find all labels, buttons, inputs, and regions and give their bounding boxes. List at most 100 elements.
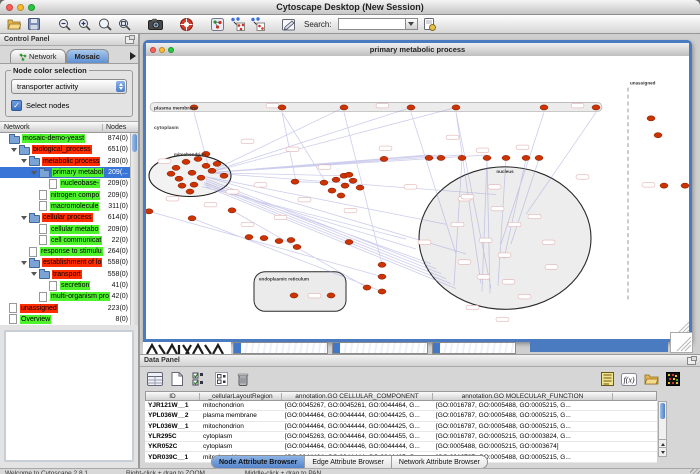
background-window-fragment[interactable]: [143, 342, 231, 354]
import-attributes-icon[interactable]: [421, 17, 438, 32]
snapshot-camera-icon[interactable]: [147, 17, 164, 32]
expander-icon[interactable]: [21, 261, 27, 265]
background-window-fragment[interactable]: [233, 342, 328, 354]
frame-zoom-icon[interactable]: [168, 47, 174, 53]
table-row[interactable]: YLR295Ccytoplasm[GO:0045263, GO:0044464,…: [145, 432, 657, 442]
tree-header-network[interactable]: Network: [0, 124, 103, 131]
save-session-icon[interactable]: [25, 17, 42, 32]
minimize-window-icon[interactable]: [17, 4, 24, 11]
node-color-dropdown[interactable]: transporter activity: [11, 79, 127, 94]
network-canvas[interactable]: plasma membrane cytoplasm mitochondrion …: [146, 56, 689, 339]
tree-item-metabolic-process[interactable]: metabolic process280(0): [0, 156, 138, 167]
window-resize-grip[interactable]: [690, 469, 700, 474]
zoom-out-icon[interactable]: [56, 17, 73, 32]
attribute-table-icon[interactable]: [146, 370, 164, 388]
tree-item-nitrogen-compound[interactable]: nitrogen compo209(0): [0, 189, 138, 200]
search-combobox[interactable]: [338, 18, 418, 30]
column-header-cellular-component[interactable]: annotation.GO CELLULAR_COMPONENT: [282, 393, 433, 400]
annotation-icon[interactable]: [280, 17, 297, 32]
column-header-id[interactable]: ID: [146, 393, 200, 400]
expander-icon[interactable]: [31, 272, 37, 276]
tab-network[interactable]: Network: [10, 49, 66, 63]
tab-mosaic[interactable]: Mosaic: [66, 49, 109, 63]
tree-item-primary-metabolic[interactable]: primary metabol209(...: [0, 167, 138, 178]
zoom-window-icon[interactable]: [28, 4, 35, 11]
window-controls: [0, 4, 35, 11]
expander-icon[interactable]: [11, 148, 17, 152]
tree-scrollbar-thumb[interactable]: [132, 134, 137, 152]
tab-network-attribute-browser[interactable]: Network Attribute Browser: [392, 456, 487, 468]
tree-item-cell-communication[interactable]: cell communicat22(0): [0, 235, 138, 246]
cell-id: YDR039C__1: [145, 454, 199, 461]
tree-item-biological-process[interactable]: biological_process651(0): [0, 144, 138, 155]
tree-item-cellular-process[interactable]: cellular process614(0): [0, 212, 138, 223]
tab-node-attribute-browser[interactable]: Node Attribute Browser: [212, 456, 305, 468]
file-icon: [9, 314, 17, 324]
search-input[interactable]: [338, 18, 405, 30]
network-frame-titlebar[interactable]: primary metabolic process: [146, 43, 689, 57]
function-builder-icon[interactable]: f(x): [620, 370, 638, 388]
close-window-icon[interactable]: [6, 4, 13, 11]
folder-icon: [19, 147, 30, 155]
apply-layout-b-icon[interactable]: [249, 17, 266, 32]
zoom-fit-icon[interactable]: [116, 17, 133, 32]
open-session-icon[interactable]: [5, 17, 22, 32]
search-dropdown-icon[interactable]: [405, 18, 418, 30]
table-scrollbar[interactable]: [658, 401, 667, 457]
tree-item-cellular-metabolic[interactable]: cellular metabo209(0): [0, 223, 138, 234]
folder-icon: [9, 136, 20, 144]
apply-layout-a-icon[interactable]: [229, 17, 246, 32]
tree-item-unassigned[interactable]: unassigned223(0): [0, 302, 138, 313]
tree-item-overview[interactable]: Overview8(0): [0, 314, 138, 325]
frame-minimize-icon[interactable]: [159, 47, 165, 53]
table-row[interactable]: YJR121W__1mitochondrion[GO:0045267, GO:0…: [145, 401, 657, 411]
tree-item-label: metabolic process: [42, 157, 100, 166]
table-scrollbar-thumb[interactable]: [660, 403, 665, 419]
column-header-region[interactable]: _cellularLayoutRegion: [200, 393, 282, 400]
zoom-selected-icon[interactable]: [96, 17, 113, 32]
tree-item-establishment-of-localization[interactable]: establishment of lo558(0): [0, 257, 138, 268]
help-lifering-icon[interactable]: [178, 17, 195, 32]
delete-attribute-trash-icon[interactable]: [234, 370, 252, 388]
new-attribute-icon[interactable]: [168, 370, 186, 388]
cell-cellular: [GO:0044464, GO:0044446, GO:0044444, G..…: [281, 443, 432, 450]
tree-item-label: macromolecule: [50, 202, 99, 211]
network-view-frame[interactable]: primary metabolic process: [143, 40, 692, 342]
cytoplasm-label: cytoplasm: [154, 125, 179, 131]
select-attributes-icon[interactable]: [190, 370, 208, 388]
float-panel-icon[interactable]: [687, 357, 696, 365]
zoom-in-icon[interactable]: [76, 17, 93, 32]
float-panel-icon[interactable]: [125, 36, 134, 44]
expander-icon[interactable]: [21, 216, 27, 220]
background-window-fragment[interactable]: [332, 342, 428, 354]
tree-item-secretion[interactable]: secretion41(0): [0, 280, 138, 291]
table-row[interactable]: YPL036W__1mitochondrion[GO:0044464, GO:0…: [145, 422, 657, 432]
expander-icon[interactable]: [31, 171, 37, 175]
birds-eye-view[interactable]: [4, 330, 134, 462]
expander-icon[interactable]: [21, 159, 27, 163]
tree-item-transport[interactable]: transport558(0): [0, 269, 138, 280]
frame-close-icon[interactable]: [150, 47, 156, 53]
table-row[interactable]: YPL036W__2plasma membrane[GO:0044464, GO…: [145, 411, 657, 421]
frame-corner-grip[interactable]: [670, 332, 693, 353]
select-nodes-checkbox[interactable]: [11, 100, 22, 111]
tree-item-mosaic-demo-yeast[interactable]: mosaic-demo-yeast874(0): [0, 133, 138, 144]
tab-edge-attribute-browser[interactable]: Edge Attribute Browser: [305, 456, 392, 468]
tree-item-response-to-stimulus[interactable]: response to stimulu264(0): [0, 246, 138, 257]
table-row[interactable]: YKR052Ccytoplasm[GO:0044464, GO:0044446,…: [145, 442, 657, 452]
tab-scroll-right-icon[interactable]: [130, 52, 136, 60]
heatmap-matrix-icon[interactable]: [664, 370, 682, 388]
network-overview-icon[interactable]: [209, 17, 226, 32]
tree-header-nodes[interactable]: Nodes: [103, 124, 138, 131]
column-header-molecular-function[interactable]: annotation.GO MOLECULAR_FUNCTION: [433, 393, 613, 400]
tree-item-label: multi-organism pro: [50, 292, 110, 301]
unselect-attributes-icon[interactable]: [212, 370, 230, 388]
tree-item-nucleobase[interactable]: nucleobase-209(0): [0, 178, 138, 189]
background-window-fragment[interactable]: [432, 342, 516, 354]
scroll-down-icon[interactable]: [659, 447, 666, 456]
tree-item-multi-organism[interactable]: multi-organism pro42(0): [0, 291, 138, 302]
attribute-list-icon[interactable]: [598, 370, 616, 388]
tree-scrollbar[interactable]: [130, 133, 138, 325]
import-attribute-folder-icon[interactable]: [642, 370, 660, 388]
tree-item-macromolecule[interactable]: macromolecule311(0): [0, 201, 138, 212]
